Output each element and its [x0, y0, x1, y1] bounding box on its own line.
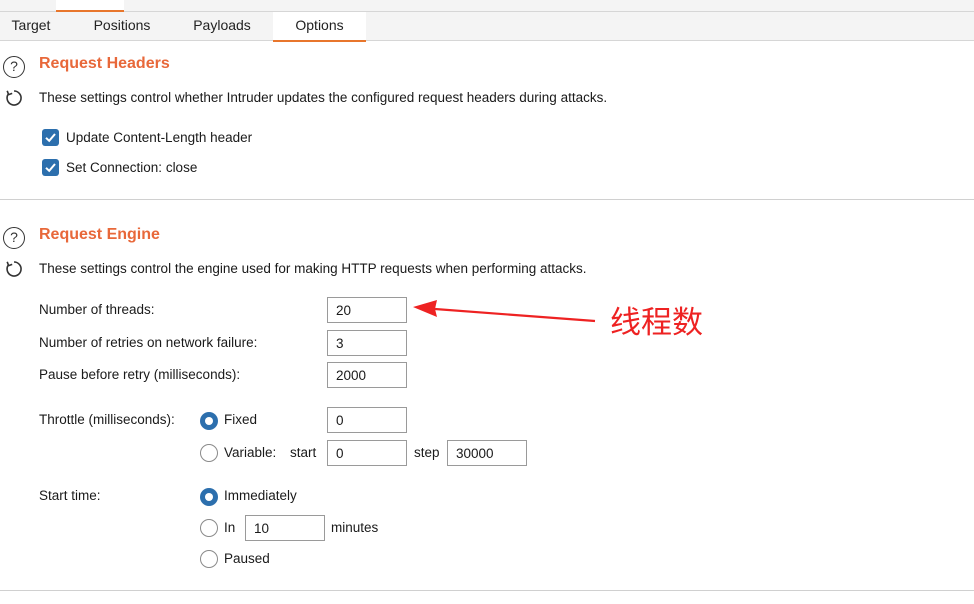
throttle-fixed-label[interactable]: Fixed: [224, 412, 257, 427]
throttle-step-label: step: [414, 445, 440, 460]
throttle-start-label: start: [290, 445, 317, 460]
retries-input[interactable]: [327, 330, 407, 356]
section-divider: [0, 590, 974, 591]
tab-positions[interactable]: Positions: [78, 12, 166, 41]
annotation-arrow-icon: [413, 300, 596, 323]
section-title-request-engine: Request Engine: [39, 226, 160, 243]
request-engine-description: These settings control the engine used f…: [39, 261, 587, 276]
section-divider: [0, 199, 974, 200]
request-headers-description: These settings control whether Intruder …: [39, 90, 608, 105]
tab-payloads[interactable]: Payloads: [178, 12, 266, 41]
top-tool-tab-strip: [0, 0, 974, 12]
start-immediately-label[interactable]: Immediately: [224, 488, 297, 503]
throttle-variable-label[interactable]: Variable:: [224, 445, 276, 460]
restore-defaults-icon[interactable]: [4, 259, 24, 279]
pause-before-retry-input[interactable]: [327, 362, 407, 388]
start-time-label: Start time:: [39, 488, 101, 503]
active-tool-tab[interactable]: [56, 0, 124, 12]
set-connection-close-label: Set Connection: close: [66, 160, 198, 175]
throttle-step-input[interactable]: [447, 440, 527, 466]
throttle-fixed-radio[interactable]: [200, 412, 218, 430]
set-connection-close-option[interactable]: Set Connection: close: [42, 159, 197, 176]
pause-before-retry-label: Pause before retry (milliseconds):: [39, 367, 241, 382]
checkmark-icon: [45, 133, 56, 143]
start-paused-radio[interactable]: [200, 550, 218, 568]
set-connection-close-checkbox[interactable]: [42, 159, 59, 176]
start-minutes-label: minutes: [331, 520, 379, 535]
help-icon[interactable]: ?: [3, 227, 25, 249]
tab-options[interactable]: Options: [273, 12, 366, 42]
throttle-start-input[interactable]: [327, 440, 407, 466]
update-content-length-label: Update Content-Length header: [66, 130, 253, 145]
start-immediately-radio[interactable]: [200, 488, 218, 506]
checkmark-icon: [45, 163, 56, 173]
start-in-minutes-input[interactable]: [245, 515, 325, 541]
start-in-radio[interactable]: [200, 519, 218, 537]
retries-label: Number of retries on network failure:: [39, 335, 258, 350]
section-title-request-headers: Request Headers: [39, 55, 170, 72]
restore-defaults-icon[interactable]: [4, 88, 24, 108]
start-in-label[interactable]: In: [224, 520, 235, 535]
throttle-label: Throttle (milliseconds):: [39, 412, 175, 427]
throttle-variable-radio[interactable]: [200, 444, 218, 462]
help-icon[interactable]: ?: [3, 56, 25, 78]
update-content-length-checkbox[interactable]: [42, 129, 59, 146]
intruder-tab-bar: Target Positions Payloads Options: [0, 12, 974, 42]
throttle-fixed-input[interactable]: [327, 407, 407, 433]
annotation-threads-text: 线程数: [610, 305, 703, 341]
tab-target[interactable]: Target: [0, 12, 62, 41]
start-paused-label[interactable]: Paused: [224, 551, 270, 566]
threads-label: Number of threads:: [39, 302, 155, 317]
update-content-length-option[interactable]: Update Content-Length header: [42, 129, 252, 146]
threads-input[interactable]: [327, 297, 407, 323]
